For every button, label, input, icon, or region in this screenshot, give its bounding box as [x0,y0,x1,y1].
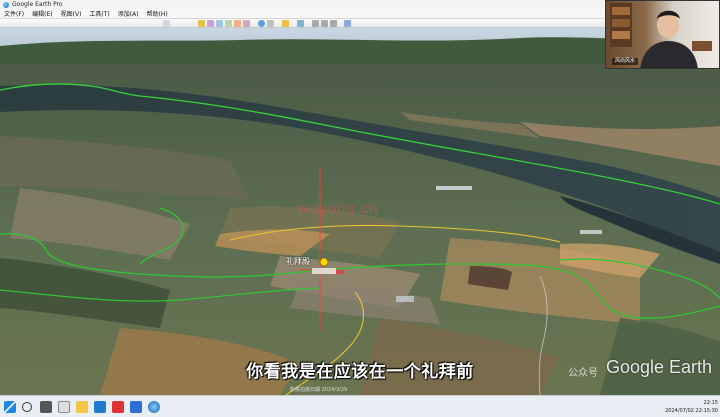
menu-add[interactable]: 添加(A) [114,9,143,18]
windows-start-icon[interactable] [4,401,16,413]
clock-time: 22:15 [703,400,718,406]
google-earth-app-icon [3,1,9,8]
earth-icon[interactable] [258,20,265,27]
add-overlay-icon[interactable] [225,20,232,27]
historical-imagery-icon[interactable] [243,20,250,27]
planets-icon[interactable] [282,20,289,27]
clock-date: 2024/07/02 22:15:30 [665,408,718,414]
email-icon[interactable] [312,20,319,27]
window-title: Google Earth Pro [12,1,63,8]
app-icon-1[interactable] [58,401,70,413]
toggle-sidebar-icon[interactable] [163,20,170,27]
wechat-watermark: 公众号 [568,368,598,379]
webcam-overlay: 风尚风水 [605,0,720,69]
print-icon[interactable] [321,20,328,27]
sunlight-icon[interactable] [267,20,274,27]
ruler-icon[interactable] [297,20,304,27]
menu-tools[interactable]: 工具(T) [85,9,113,18]
task-view-icon[interactable] [40,401,52,413]
menu-file[interactable]: 文件(F) [0,9,28,18]
app-icon-3[interactable] [112,401,124,413]
place-label: 礼拜殿 [286,257,310,266]
status-bar: 影像拍摄日期 2024/3/29 [290,387,348,393]
search-icon[interactable] [22,402,32,412]
site-watermark: wuyona.cn [298,200,379,217]
app-icon-4[interactable] [130,401,142,413]
add-polygon-icon[interactable] [207,20,214,27]
save-image-icon[interactable] [330,20,337,27]
add-placemark-icon[interactable] [198,20,205,27]
menu-view[interactable]: 视图(V) [57,9,86,18]
menu-edit[interactable]: 编辑(E) [28,9,56,18]
system-clock[interactable]: 22:15 2024/07/02 22:15:30 [665,399,718,415]
add-path-icon[interactable] [216,20,223,27]
presenter-name: 风尚风水 [612,58,639,65]
google-earth-taskbar-icon[interactable] [148,401,160,413]
maps-icon[interactable] [344,20,351,27]
file-explorer-icon[interactable] [76,401,88,413]
menu-help[interactable]: 帮助(H) [143,9,172,18]
google-earth-logo: Google Earth [606,357,713,377]
windows-taskbar: 22:15 2024/07/02 22:15:30 [0,395,720,417]
app-icon-2[interactable] [94,401,106,413]
record-tour-icon[interactable] [234,20,241,27]
